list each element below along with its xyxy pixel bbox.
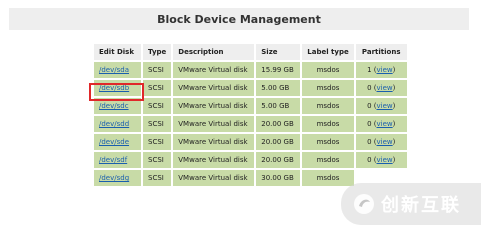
cell-size: 15.99 GB xyxy=(256,62,301,78)
view-partitions-link[interactable]: view xyxy=(377,156,393,164)
cell-partitions: 0 (view) xyxy=(355,116,407,132)
cell-label-type: msdos xyxy=(302,152,354,168)
cell-type: SCSI xyxy=(143,134,172,150)
watermark-text: 创新互联 xyxy=(381,195,461,216)
view-partitions-link[interactable]: view xyxy=(377,138,393,146)
cell-size: 5.00 GB xyxy=(256,80,301,96)
block-device-table: Edit Disk Type Description Size Label ty… xyxy=(92,42,409,188)
cell-type: SCSI xyxy=(143,116,172,132)
cell-label-type: msdos xyxy=(302,62,354,78)
cell-label-type: msdos xyxy=(302,116,354,132)
cell-partitions: 0 (view) xyxy=(355,80,407,96)
table-header-row: Edit Disk Type Description Size Label ty… xyxy=(94,44,407,60)
cell-edit-disk: /dev/sdd xyxy=(94,116,141,132)
edit-disk-link[interactable]: /dev/sdg xyxy=(99,174,129,182)
table-row: /dev/sdd SCSI VMware Virtual disk 20.00 GB m… xyxy=(94,116,407,132)
cell-size: 5.00 GB xyxy=(256,98,301,114)
header-description: Description xyxy=(173,44,255,60)
partition-count: 0 xyxy=(367,102,372,110)
header-label-type: Label type xyxy=(302,44,354,60)
edit-disk-link[interactable]: /dev/sde xyxy=(99,138,129,146)
page-header: Block Device Management xyxy=(9,8,469,30)
view-partitions-link[interactable]: view xyxy=(377,66,393,74)
cell-label-type: msdos xyxy=(302,134,354,150)
table-row: /dev/sdc SCSI VMware Virtual disk 5.00 GB ms… xyxy=(94,98,407,114)
cell-edit-disk: /dev/sdf xyxy=(94,152,141,168)
cell-partitions: 1 (view) xyxy=(355,62,407,78)
page-title: Block Device Management xyxy=(157,12,321,26)
cell-description: VMware Virtual disk xyxy=(173,98,255,114)
cell-size: 20.00 GB xyxy=(256,116,301,132)
header-type: Type xyxy=(143,44,172,60)
edit-disk-link[interactable]: /dev/sdc xyxy=(99,102,129,110)
table-row: /dev/sde SCSI VMware Virtual disk 20.00 GB m… xyxy=(94,134,407,150)
cell-description: VMware Virtual disk xyxy=(173,170,255,186)
header-partitions: Partitions xyxy=(355,44,407,60)
partition-count: 0 xyxy=(367,156,372,164)
view-partitions-link[interactable]: view xyxy=(377,102,393,110)
cell-edit-disk: /dev/sdc xyxy=(94,98,141,114)
cell-partitions: 0 (view) xyxy=(355,98,407,114)
cell-partitions: 0 (view) xyxy=(355,134,407,150)
cell-edit-disk: /dev/sdg xyxy=(94,170,141,186)
partition-count: 1 xyxy=(367,66,372,74)
cell-label-type: msdos xyxy=(302,80,354,96)
cell-description: VMware Virtual disk xyxy=(173,80,255,96)
table-row: /dev/sdf SCSI VMware Virtual disk 20.00 GB m… xyxy=(94,152,407,168)
cell-size: 20.00 GB xyxy=(256,134,301,150)
header-edit-disk: Edit Disk xyxy=(94,44,141,60)
view-partitions-link[interactable]: view xyxy=(377,120,393,128)
cell-edit-disk: /dev/sdb xyxy=(94,80,141,96)
cell-type: SCSI xyxy=(143,170,172,186)
cell-type: SCSI xyxy=(143,98,172,114)
cell-type: SCSI xyxy=(143,62,172,78)
cell-label-type: msdos xyxy=(302,170,354,186)
cell-label-type: msdos xyxy=(302,98,354,114)
header-size: Size xyxy=(256,44,301,60)
cell-size: 20.00 GB xyxy=(256,152,301,168)
brand-logo-icon xyxy=(354,194,374,214)
table-body: /dev/sda SCSI VMware Virtual disk 15.99 GB m… xyxy=(94,62,407,186)
cell-description: VMware Virtual disk xyxy=(173,152,255,168)
edit-disk-link[interactable]: /dev/sdd xyxy=(99,120,129,128)
cell-type: SCSI xyxy=(143,80,172,96)
cell-description: VMware Virtual disk xyxy=(173,134,255,150)
edit-disk-link[interactable]: /dev/sdb xyxy=(99,84,129,92)
cell-size: 30.00 GB xyxy=(256,170,301,186)
view-partitions-link[interactable]: view xyxy=(377,84,393,92)
table-row: /dev/sdb SCSI VMware Virtual disk 5.00 GB ms… xyxy=(94,80,407,96)
partition-count: 0 xyxy=(367,138,372,146)
partition-count: 0 xyxy=(367,84,372,92)
cell-edit-disk: /dev/sde xyxy=(94,134,141,150)
partition-count: 0 xyxy=(367,120,372,128)
cell-description: VMware Virtual disk xyxy=(173,116,255,132)
watermark: 创新互联 xyxy=(341,183,481,225)
cell-partitions: 0 (view) xyxy=(355,152,407,168)
cell-edit-disk: /dev/sda xyxy=(94,62,141,78)
cell-description: VMware Virtual disk xyxy=(173,62,255,78)
edit-disk-link[interactable]: /dev/sdf xyxy=(99,156,127,164)
table-row: /dev/sda SCSI VMware Virtual disk 15.99 GB m… xyxy=(94,62,407,78)
cell-type: SCSI xyxy=(143,152,172,168)
edit-disk-link[interactable]: /dev/sda xyxy=(99,66,129,74)
